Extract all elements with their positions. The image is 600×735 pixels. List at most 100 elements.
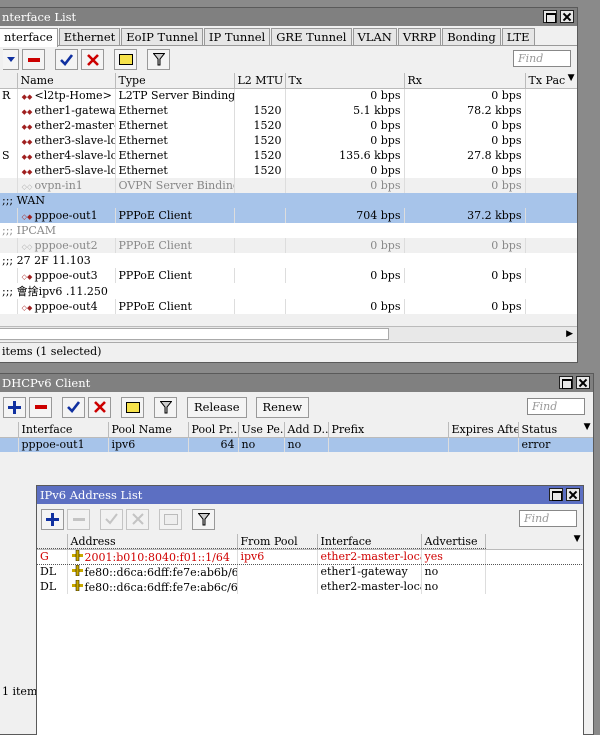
maximize-button[interactable] [549,488,563,501]
tab-gre-tunnel[interactable]: GRE Tunnel [271,28,352,45]
comment-row[interactable]: ;;; 會捨ipv6 .11.250 [0,283,577,299]
col-tx[interactable]: Tx [284,73,405,89]
col-pool-name[interactable]: Pool Name [107,422,189,438]
enable-button[interactable] [62,396,85,418]
table-row[interactable]: ◆◆ether3-slave-lo...Ethernet15200 bps0 b… [0,133,577,148]
table-row[interactable]: ◇◆ pppoe-out1 PPPoE Client 704 bps 37.2 kbps [0,208,577,223]
add-button[interactable] [41,508,64,530]
disable-button[interactable] [126,508,149,530]
scroll-right-icon[interactable]: ▶ [566,329,573,339]
col-name[interactable]: Name [16,73,116,89]
col-prefix[interactable]: Prefix [327,422,449,438]
column-menu-icon[interactable]: ▼ [568,73,575,83]
col-extra[interactable]: ▼ [484,534,583,550]
tab-vrrp[interactable]: VRRP [397,28,442,45]
filter-icon [152,53,165,66]
comment-row[interactable]: ;;; WAN [0,193,577,208]
filter-button[interactable] [147,49,170,70]
tab-vlan[interactable]: VLAN [352,28,397,45]
row-extra [485,549,583,564]
table-row[interactable]: ◇◆ pppoe-out3 PPPoE Client 0 bps 0 bps [0,268,577,283]
table-row[interactable]: G 2001:b010:8040:f01::1/64 ipv6 ether2-mast… [37,548,583,565]
filter-icon [197,512,210,525]
col-type[interactable]: Type [114,73,235,89]
remove-button[interactable] [67,508,90,530]
horizontal-scrollbar[interactable]: ▶ [0,326,577,341]
col-interface[interactable]: Interface [316,534,422,550]
table-row[interactable]: DL fe80::d6ca:6dff:fe7e:ab6b/64 ether1-gat… [37,564,583,579]
row-comment: ;;; IPCAM [0,223,577,238]
remove-button[interactable] [22,49,45,70]
row-type: Ethernet [115,133,235,148]
row-txpac [525,118,577,133]
find-input[interactable]: Find [527,398,585,415]
table-row[interactable]: ◇◆ pppoe-out4 PPPoE Client 0 bps 0 bps [0,299,577,314]
add-dropdown-button[interactable] [3,49,19,70]
row-tx: 5.1 kbps [285,103,405,118]
ipv6-titlebar[interactable]: IPv6 Address List [37,486,583,504]
comment-row[interactable]: ;;; IPCAM [0,223,577,238]
col-pool-prefix-length[interactable]: Pool Pr... [187,422,239,438]
comment-row[interactable]: ;;; 27 2F 11.103 [0,253,577,268]
table-row[interactable]: S◆◆ether4-slave-lo...Ethernet1520135.6 k… [0,148,577,163]
release-button[interactable]: Release [187,396,247,418]
comment-button[interactable] [121,396,144,418]
close-button[interactable] [566,488,580,501]
table-row[interactable]: R ◆◆ <l2tp-Home> L2TP Server Binding 0 bps 0 … [0,88,577,103]
enable-button[interactable] [55,49,78,70]
tab-eoip-tunnel[interactable]: EoIP Tunnel [121,28,203,45]
row-txpac [525,299,577,314]
scrollbar-thumb[interactable] [0,328,389,340]
enable-button[interactable] [100,508,123,530]
add-button[interactable] [3,396,26,418]
interface-list-titlebar[interactable]: nterface List [0,8,577,26]
col-rx[interactable]: Rx [403,73,526,89]
table-row[interactable]: ◇◇ pppoe-out2 PPPoE Client 0 bps 0 bps [0,238,577,253]
tab-ip-tunnel[interactable]: IP Tunnel [203,28,271,45]
table-row[interactable]: ◆◆ ether1-gateway Ethernet 1520 5.1 kbps 78.2… [0,103,577,118]
col-expires-after[interactable]: Expires After [447,422,519,438]
col-add-default-route[interactable]: Add D... [283,422,329,438]
remove-button[interactable] [29,396,52,418]
comment-button[interactable] [114,49,137,70]
table-row[interactable]: pppoe-out1 ipv6 64 no no error [0,437,593,452]
col-txpac[interactable]: Tx Pac ▼ [524,73,577,89]
find-input[interactable]: Find [519,510,577,527]
col-interface[interactable]: Interface [17,422,109,438]
close-button[interactable] [560,10,574,23]
row-tx: 135.6 kbps [285,148,405,163]
table-row[interactable]: ◆◆ether2-master-l...Ethernet15200 bps0 b… [0,118,577,133]
find-input[interactable]: Find [513,50,571,67]
row-pool-prefix-length: 64 [188,437,239,452]
filter-button[interactable] [192,508,215,530]
disable-button[interactable] [88,396,111,418]
tab-interface[interactable]: nterface [0,28,58,47]
row-flag [0,163,18,178]
disable-button[interactable] [81,49,104,70]
row-l2mtu [234,208,286,223]
col-status[interactable]: Status ▼ [517,422,593,438]
tab-ethernet[interactable]: Ethernet [58,28,121,45]
col-l2mtu[interactable]: L2 MTU [233,73,286,89]
col-use-peer-dns[interactable]: Use Pe... [237,422,285,438]
row-add-default-route: no [284,437,329,452]
table-row[interactable]: ◆◆ether5-slave-lo...Ethernet15200 bps0 b… [0,163,577,178]
table-row[interactable]: ◇◇ ovpn-in1 OVPN Server Binding 0 bps 0 bps [0,178,577,193]
maximize-button[interactable] [543,10,557,23]
filter-button[interactable] [154,396,177,418]
interface-icon: ◇◇ [21,243,33,251]
col-from-pool[interactable]: From Pool [236,534,318,550]
column-menu-icon[interactable]: ▼ [584,422,591,432]
maximize-button[interactable] [559,376,573,389]
col-address[interactable]: Address [66,534,238,550]
table-row[interactable]: DL fe80::d6ca:6dff:fe7e:ab6c/64 ether2-mas… [37,579,583,594]
comment-button[interactable] [159,508,182,530]
close-button[interactable] [576,376,590,389]
col-advertise[interactable]: Advertise [420,534,486,550]
tab-bonding[interactable]: Bonding [442,28,501,45]
dhcpv6-titlebar[interactable]: DHCPv6 Client [0,374,593,392]
interface-icon: ◆◆ [21,153,33,161]
tab-lte[interactable]: LTE [501,28,535,45]
column-menu-icon[interactable]: ▼ [574,534,581,544]
renew-button[interactable]: Renew [255,396,310,418]
